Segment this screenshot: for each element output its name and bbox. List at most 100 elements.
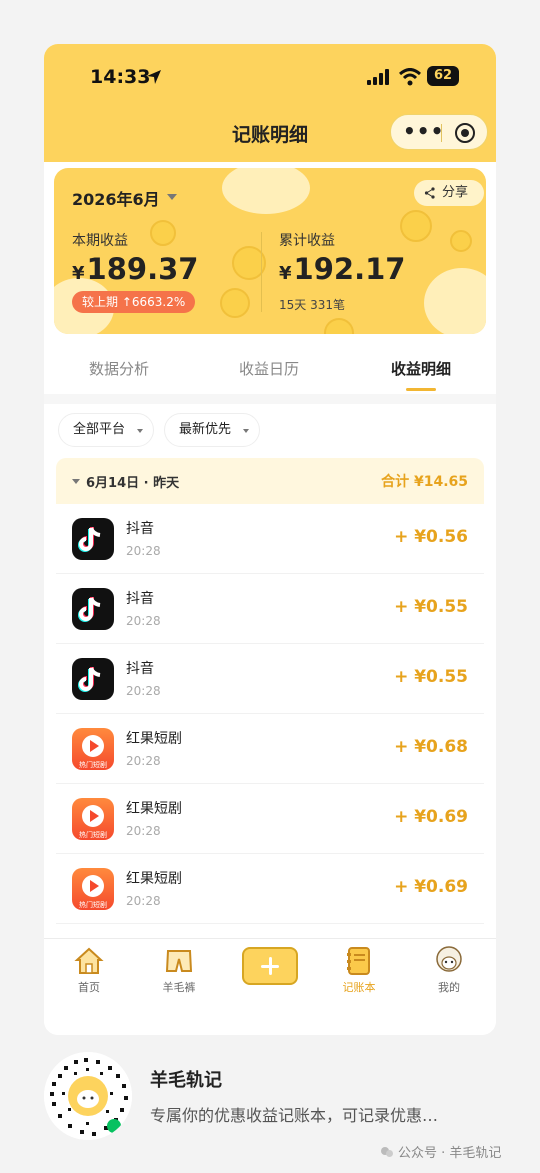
coin-decoration — [400, 210, 432, 242]
tabbar-item-mine[interactable]: 我的 — [404, 939, 494, 1009]
hongguo-icon: 热门短剧 — [72, 798, 114, 840]
status-bar: 14:33 62 — [44, 66, 496, 90]
coin-decoration — [150, 220, 176, 246]
bottom-tab-bar: 首页 羊毛裤 记账本 我的 — [44, 938, 496, 1035]
header-bar: 14:33 62 记账明细 ••• — [44, 44, 496, 162]
total-income-value: 192.17 — [293, 252, 406, 286]
period-income-label: 本期收益 — [72, 233, 128, 249]
list-item[interactable]: 抖音 20:28 + ¥0.56 — [56, 504, 484, 574]
coin-decoration — [220, 288, 250, 318]
home-icon — [74, 947, 104, 974]
coin-decoration — [450, 230, 472, 252]
add-icon — [242, 947, 298, 985]
tabbar-label: 记账本 — [342, 981, 376, 994]
sheep-decoration — [222, 168, 310, 214]
divider — [261, 232, 262, 312]
record-amount: + ¥0.69 — [394, 807, 468, 827]
record-time: 20:28 — [126, 614, 161, 628]
svg-text:热门短剧: 热门短剧 — [79, 760, 107, 769]
status-time: 14:33 — [90, 66, 151, 88]
compare-badge: 较上期 ↑6663.2% — [72, 291, 196, 313]
record-time: 20:28 — [126, 894, 161, 908]
hongguo-icon: 热门短剧 — [72, 868, 114, 910]
app-name: 抖音 — [126, 521, 154, 537]
list-item[interactable]: 抖音 20:28 + ¥0.55 — [56, 644, 484, 714]
tabbar-item-notebook[interactable]: 记账本 — [314, 939, 404, 1009]
capsule-divider — [441, 124, 442, 142]
tabbar-label: 羊毛裤 — [162, 981, 196, 994]
more-dots-icon[interactable]: ••• — [403, 121, 443, 143]
sort-filter[interactable]: 最新优先 — [164, 413, 260, 447]
active-tab-indicator — [406, 388, 436, 391]
tabbar-item-pants[interactable]: 羊毛裤 — [134, 939, 224, 1009]
cellular-signal-icon — [367, 69, 389, 85]
list-item[interactable]: 热门短剧 红果短剧 20:28 + ¥0.68 — [56, 714, 484, 784]
total-income-label: 累计收益 — [279, 233, 335, 249]
share-icon — [424, 187, 435, 199]
svg-text:热门短剧: 热门短剧 — [79, 900, 107, 909]
sheep-avatar-icon — [436, 946, 462, 972]
wifi-icon — [399, 68, 421, 86]
notebook-icon — [347, 947, 370, 975]
watermark-text: 公众号 · 羊毛轨记 — [398, 1146, 502, 1161]
miniprogram-capsule: ••• — [390, 114, 488, 150]
app-name: 抖音 — [126, 661, 154, 677]
tabbar-item-add[interactable] — [224, 939, 314, 1009]
tiktok-icon — [72, 518, 114, 560]
sort-filter-label: 最新优先 — [179, 422, 232, 437]
month-selector[interactable]: 2026年6月 — [72, 186, 160, 210]
record-amount: + ¥0.55 — [394, 597, 468, 617]
currency-symbol: ¥ — [279, 263, 292, 284]
record-time: 20:28 — [126, 824, 161, 838]
group-total: 合计 ¥14.65 — [381, 474, 468, 490]
app-name: 红果短剧 — [126, 801, 182, 817]
record-time: 20:28 — [126, 544, 161, 558]
platform-filter-label: 全部平台 — [73, 422, 126, 437]
tab-bar-top: 数据分析 收益日历 收益明细 — [44, 344, 496, 394]
caret-down-icon — [243, 429, 249, 433]
income-list: 抖音 20:28 + ¥0.56 抖音 20:28 + ¥0.55 抖音 20:… — [56, 504, 484, 938]
phone-screen: 14:33 62 记账明细 ••• 2026年6月 分享 本期收益 ¥189.3… — [44, 44, 496, 1035]
record-amount: + ¥0.56 — [394, 527, 468, 547]
hongguo-icon: 热门短剧 — [72, 728, 114, 770]
qr-code-icon[interactable] — [44, 1052, 132, 1140]
share-label: 分享 — [442, 185, 469, 200]
wechat-official-account-icon — [381, 1147, 393, 1157]
filter-bar: 全部平台 最新优先 — [44, 410, 496, 450]
battery-indicator: 62 — [427, 66, 459, 86]
sheep-decoration — [424, 268, 486, 334]
group-date: 6月14日 · 昨天 — [86, 476, 180, 491]
tiktok-icon — [72, 588, 114, 630]
record-amount: + ¥0.68 — [394, 737, 468, 757]
location-arrow-icon — [147, 70, 161, 84]
tab-income-calendar[interactable]: 收益日历 — [194, 358, 344, 379]
account-footer: 羊毛轨记 专属你的优惠收益记账本，可记录优惠… 公众号 · 羊毛轨记 — [0, 1044, 540, 1173]
list-item[interactable]: 抖音 20:28 + ¥0.55 — [56, 574, 484, 644]
tab-income-details[interactable]: 收益明细 — [346, 358, 496, 379]
chevron-down-icon[interactable] — [167, 194, 177, 200]
date-group-header[interactable]: 6月14日 · 昨天 合计 ¥14.65 — [56, 458, 484, 504]
pants-icon — [165, 950, 193, 972]
share-button[interactable]: 分享 — [414, 180, 484, 206]
account-name: 羊毛轨记 — [150, 1070, 222, 1091]
record-amount: + ¥0.55 — [394, 667, 468, 687]
app-name: 红果短剧 — [126, 731, 182, 747]
period-income-amount: ¥189.37 — [72, 252, 198, 286]
tab-data-analysis[interactable]: 数据分析 — [44, 358, 194, 379]
collapse-caret-icon[interactable] — [72, 479, 80, 484]
record-time: 20:28 — [126, 684, 161, 698]
coin-decoration — [324, 318, 354, 334]
summary-card: 2026年6月 分享 本期收益 ¥189.37 较上期 ↑6663.2% 累计收… — [54, 168, 486, 334]
account-description: 专属你的优惠收益记账本，可记录优惠… — [150, 1106, 439, 1125]
list-item[interactable]: 热门短剧 红果短剧 20:28 + ¥0.69 — [56, 784, 484, 854]
currency-symbol: ¥ — [72, 263, 85, 284]
tabbar-item-home[interactable]: 首页 — [44, 939, 134, 1009]
section-divider — [44, 394, 496, 404]
close-miniprogram-icon[interactable] — [455, 123, 475, 143]
list-item[interactable]: 热门短剧 红果短剧 20:28 + ¥0.69 — [56, 854, 484, 924]
tabbar-label: 我的 — [438, 981, 460, 994]
total-income-meta: 15天 331笔 — [279, 298, 345, 312]
svg-text:热门短剧: 热门短剧 — [79, 830, 107, 839]
platform-filter[interactable]: 全部平台 — [58, 413, 154, 447]
tiktok-icon — [72, 658, 114, 700]
